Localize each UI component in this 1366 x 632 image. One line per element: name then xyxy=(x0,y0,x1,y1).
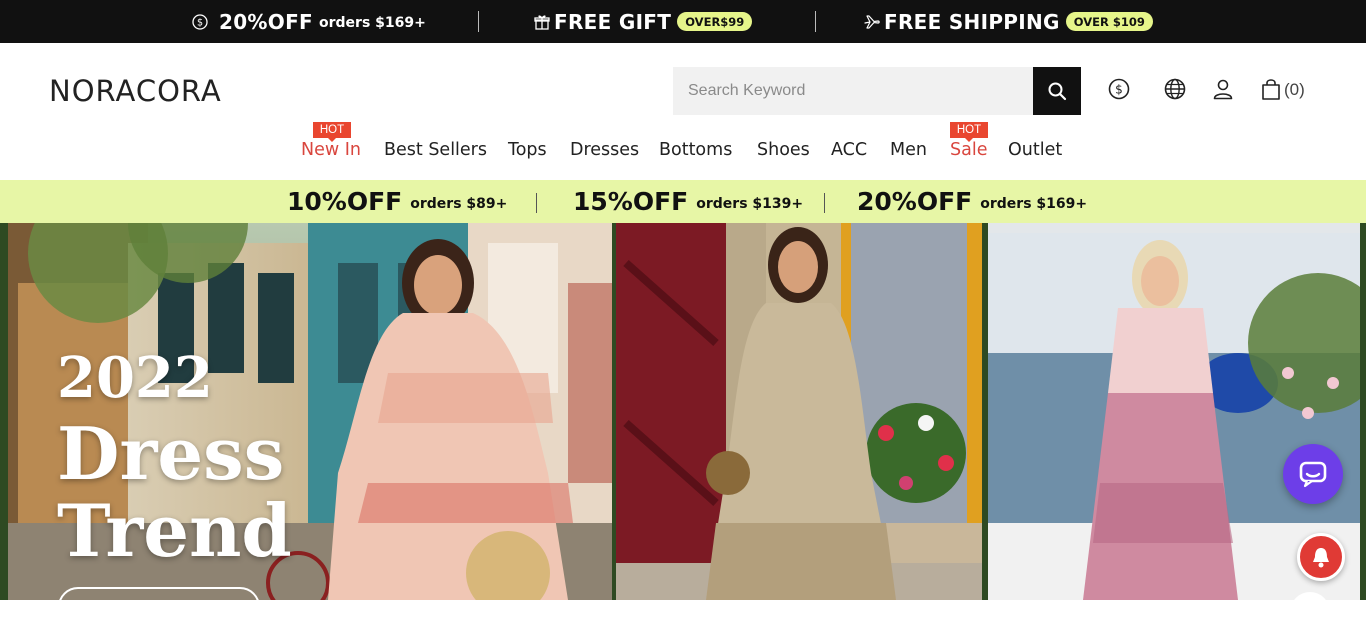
cart-count[interactable]: (0) xyxy=(1284,80,1305,100)
chat-icon xyxy=(1298,459,1328,489)
promo-tier-condition: orders $169+ xyxy=(980,195,1088,212)
promo-tier-discount: 10%OFF xyxy=(287,187,403,216)
hot-badge: HOT xyxy=(950,122,988,142)
gift-icon xyxy=(534,14,550,30)
promo-tier-discount: 15%OFF xyxy=(573,187,689,216)
hot-badge: HOT xyxy=(313,122,351,142)
nav-item-outlet[interactable]: Outlet xyxy=(1008,140,1062,160)
hero-title-line1: Dress xyxy=(57,411,285,496)
hero-title-line2: Trend xyxy=(57,488,292,573)
search-button[interactable] xyxy=(1033,67,1081,115)
announcement-gift-pill: OVER$99 xyxy=(677,12,753,31)
divider xyxy=(478,11,479,32)
nav-item-acc[interactable]: ACC xyxy=(831,140,867,160)
user-icon xyxy=(1212,78,1234,100)
nav-item-sale[interactable]: Sale xyxy=(950,140,987,160)
divider xyxy=(815,11,816,32)
currency-icon: $ xyxy=(1108,78,1130,100)
divider xyxy=(536,193,537,213)
divider xyxy=(824,193,825,213)
search-input[interactable] xyxy=(673,67,1033,115)
promo-tier-condition: orders $139+ xyxy=(696,195,804,212)
nav-item-tops[interactable]: Tops xyxy=(508,140,547,160)
announcement-gift-title: FREE GIFT xyxy=(554,9,672,34)
nav-item-dresses[interactable]: Dresses xyxy=(570,140,639,160)
bell-icon xyxy=(1309,545,1333,569)
promo-tier-condition: orders $89+ xyxy=(410,195,508,212)
promo-bar: 10%OFF orders $89+ 15%OFF orders $139+ 2… xyxy=(0,180,1366,223)
live-chat-button[interactable] xyxy=(1283,444,1343,504)
language-button[interactable] xyxy=(1163,77,1187,101)
nav-item-bottoms[interactable]: Bottoms xyxy=(659,140,732,160)
currency-button[interactable]: $ xyxy=(1107,77,1131,101)
carousel-next-button[interactable] xyxy=(1290,592,1330,632)
nav-item-best-sellers[interactable]: Best Sellers xyxy=(384,140,487,160)
promo-tier[interactable]: 10%OFF orders $89+ xyxy=(287,180,507,223)
promo-tier[interactable]: 15%OFF orders $139+ xyxy=(573,180,803,223)
cart-button[interactable] xyxy=(1259,77,1283,101)
main-navigation: New In Best Sellers Tops Dresses Bottoms… xyxy=(0,140,1366,164)
search-icon xyxy=(1047,81,1067,101)
svg-text:$: $ xyxy=(1115,83,1123,97)
hero-image-2 xyxy=(616,223,982,600)
dollar-icon: $ xyxy=(192,13,208,30)
announcement-shipping[interactable]: FREE SHIPPING OVER $109 xyxy=(864,0,1153,43)
globe-icon xyxy=(1164,78,1186,100)
svg-text:$: $ xyxy=(197,17,203,28)
plane-icon xyxy=(864,14,880,30)
nav-item-men[interactable]: Men xyxy=(890,140,927,160)
nav-item-new-in[interactable]: New In xyxy=(301,140,361,160)
hero-shop-button[interactable] xyxy=(58,587,260,627)
announcement-bar: $ 20%OFF orders $169+ FREE GIFT OVER$99 … xyxy=(0,0,1366,43)
site-logo[interactable]: NORACORA xyxy=(49,74,222,108)
nav-item-shoes[interactable]: Shoes xyxy=(757,140,810,160)
notification-button[interactable] xyxy=(1297,533,1345,581)
announcement-shipping-pill: OVER $109 xyxy=(1065,12,1153,31)
promo-tier[interactable]: 20%OFF orders $169+ xyxy=(857,180,1087,223)
announcement-discount[interactable]: $ 20%OFF orders $169+ xyxy=(192,0,426,43)
bag-icon xyxy=(1260,78,1282,100)
hero-year: 2022 xyxy=(57,345,213,411)
announcement-discount-condition: orders $169+ xyxy=(319,15,426,31)
hero-banner[interactable]: 2022 Dress Trend xyxy=(0,223,1366,600)
account-button[interactable] xyxy=(1211,77,1235,101)
announcement-discount-value: 20%OFF xyxy=(219,9,313,34)
announcement-gift[interactable]: FREE GIFT OVER$99 xyxy=(534,0,753,43)
announcement-shipping-title: FREE SHIPPING xyxy=(884,9,1060,34)
promo-tier-discount: 20%OFF xyxy=(857,187,973,216)
